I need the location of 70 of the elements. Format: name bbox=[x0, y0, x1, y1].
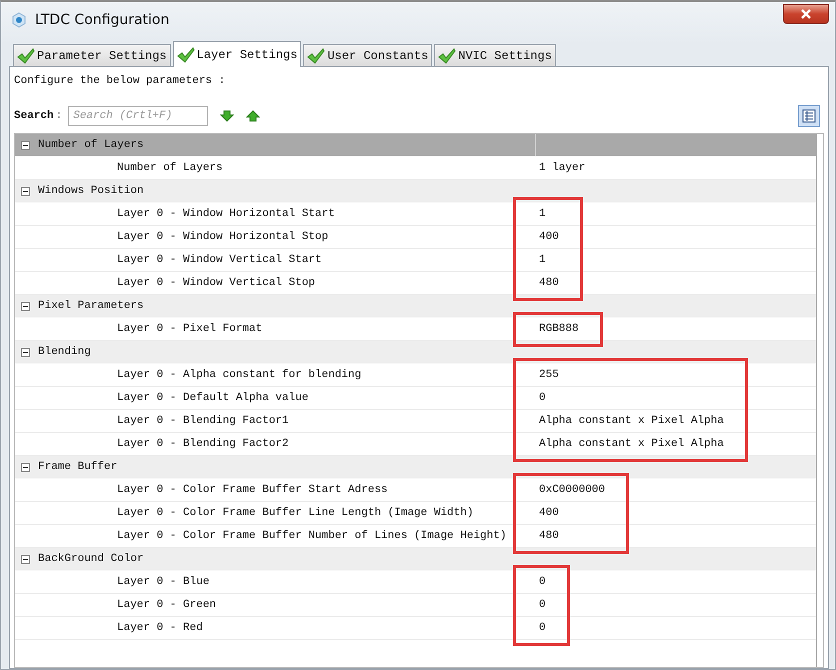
checkmark-icon bbox=[176, 46, 195, 62]
parameter-name: Layer 0 - Green bbox=[116, 599, 218, 611]
section-title: Pixel Parameters bbox=[38, 300, 144, 312]
parameter-name: Layer 0 - Pixel Format bbox=[116, 323, 264, 335]
collapse-icon[interactable] bbox=[21, 302, 30, 310]
parameter-name: Layer 0 - Color Frame Buffer Number of Lines (Image Height) bbox=[116, 530, 508, 542]
section-header[interactable]: Pixel Parameters bbox=[15, 295, 816, 318]
section-header[interactable]: Frame Buffer bbox=[15, 456, 816, 479]
section-title: BackGround Color bbox=[38, 553, 144, 565]
parameter-value[interactable]: 0xC0000000 bbox=[537, 484, 606, 496]
parameter-name: Layer 0 - Blending Factor1 bbox=[116, 415, 290, 427]
parameter-value[interactable]: 0 bbox=[537, 599, 546, 611]
list-icon[interactable] bbox=[802, 109, 816, 123]
arrow-up-icon[interactable] bbox=[246, 110, 260, 122]
parameter-name: Layer 0 - Blending Factor2 bbox=[116, 438, 290, 450]
checkmark-icon bbox=[17, 48, 35, 64]
section-title: Blending bbox=[38, 346, 91, 358]
tab[interactable]: User Constants bbox=[303, 44, 432, 66]
section-title: Windows Position bbox=[38, 185, 144, 197]
checkmark-icon bbox=[438, 48, 456, 64]
parameter-value[interactable]: 400 bbox=[537, 507, 559, 519]
parameter-name: Layer 0 - Color Frame Buffer Start Adress bbox=[116, 484, 389, 496]
collapse-icon[interactable] bbox=[21, 348, 30, 356]
parameter-value[interactable]: 1 bbox=[537, 254, 546, 266]
list-view-button[interactable] bbox=[798, 105, 820, 127]
parameter-name: Layer 0 - Window Horizontal Stop bbox=[116, 231, 330, 243]
tab[interactable]: NVIC Settings bbox=[434, 44, 556, 66]
section-header[interactable]: Number of Layers bbox=[15, 134, 816, 157]
parameter-value[interactable]: 0 bbox=[537, 622, 546, 634]
parameter-value[interactable]: 480 bbox=[537, 277, 559, 289]
collapse-icon[interactable] bbox=[21, 140, 30, 150]
section-title: Number of Layers bbox=[38, 139, 144, 151]
parameter-name: Layer 0 - Default Alpha value bbox=[116, 392, 310, 404]
section-header[interactable]: Blending bbox=[15, 341, 816, 364]
collapse-icon[interactable] bbox=[21, 462, 30, 472]
close-button[interactable] bbox=[783, 4, 829, 24]
parameter-value[interactable]: Alpha constant x Pixel Alpha bbox=[537, 438, 724, 450]
section-header[interactable]: Windows Position bbox=[15, 180, 816, 203]
parameter-value[interactable]: 400 bbox=[537, 231, 559, 243]
separator-text: : bbox=[56, 110, 62, 122]
section-header[interactable]: BackGround Color bbox=[15, 548, 816, 571]
search-field[interactable]: Search (Crtl+F) bbox=[68, 106, 208, 126]
parameter-value[interactable]: 0 bbox=[537, 576, 546, 588]
parameter-name: Number of Layers bbox=[116, 162, 224, 174]
parameter-name: Layer 0 - Window Vertical Start bbox=[116, 254, 323, 266]
parameter-name: Layer 0 - Color Frame Buffer Line Length (Image Width) bbox=[116, 507, 474, 519]
instruction-text: Configure the below parameters : bbox=[14, 74, 226, 89]
parameter-value[interactable]: 480 bbox=[537, 530, 559, 542]
hexagon-icon bbox=[11, 12, 27, 28]
section-title: Frame Buffer bbox=[38, 461, 118, 473]
checkmark-icon bbox=[307, 48, 326, 64]
collapse-icon[interactable] bbox=[21, 186, 30, 196]
parameter-name: Layer 0 - Blue bbox=[116, 576, 210, 588]
parameter-value[interactable]: 255 bbox=[537, 369, 559, 381]
collapse-icon[interactable] bbox=[21, 554, 30, 564]
close-icon[interactable] bbox=[800, 9, 812, 19]
parameter-value[interactable]: Alpha constant x Pixel Alpha bbox=[537, 415, 724, 427]
parameter-value[interactable]: RGB888 bbox=[537, 323, 579, 335]
parameter-value[interactable]: 1 bbox=[537, 208, 546, 220]
tab[interactable]: Layer Settings bbox=[172, 41, 302, 67]
tab[interactable]: Parameter Settings bbox=[13, 44, 171, 66]
parameter-value[interactable]: 1 layer bbox=[537, 162, 586, 174]
parameter-value[interactable]: 0 bbox=[537, 392, 546, 404]
search-label: Search bbox=[14, 110, 54, 122]
parameter-name: Layer 0 - Window Vertical Stop bbox=[116, 277, 316, 289]
parameter-name: Layer 0 - Red bbox=[116, 622, 204, 634]
parameter-name: Layer 0 - Alpha constant for blending bbox=[116, 369, 362, 381]
arrow-down-icon[interactable] bbox=[220, 110, 234, 122]
parameter-name: Layer 0 - Window Horizontal Start bbox=[116, 208, 336, 220]
window-title: LTDC Configuration bbox=[35, 12, 170, 28]
